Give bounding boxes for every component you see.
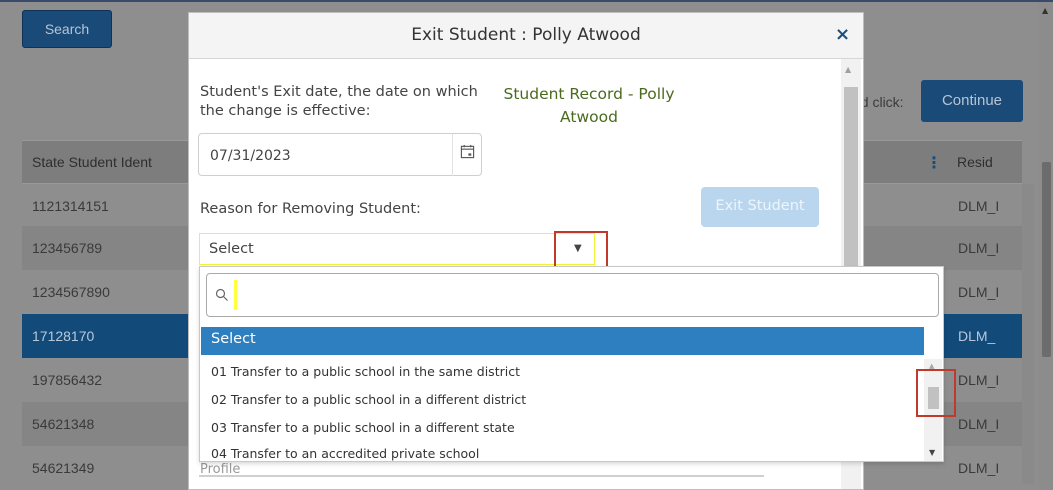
column-header-residence[interactable]: Resid [957, 154, 993, 170]
cell-student-id: 123456789 [32, 240, 103, 256]
exit-date-field[interactable]: 07/31/2023 [198, 133, 482, 176]
scroll-down-arrow-icon[interactable]: ▼ [929, 448, 935, 457]
cell-residence: DLM_I [958, 284, 1000, 300]
cell-residence: DLM_I [958, 416, 1000, 432]
exit-student-button[interactable]: Exit Student [701, 187, 819, 227]
dropdown-option-select[interactable]: Select [201, 327, 924, 355]
cell-residence: DLM_I [958, 460, 1000, 476]
scroll-up-arrow-icon[interactable]: ▲ [845, 65, 851, 74]
search-button[interactable]: Search [22, 10, 112, 48]
continue-button[interactable]: Continue [921, 80, 1023, 122]
scroll-up-arrow-icon[interactable]: ▲ [1042, 6, 1048, 15]
dropdown-option[interactable]: 01 Transfer to a public school in the sa… [201, 358, 924, 386]
cell-student-id: 54621349 [32, 460, 95, 476]
search-icon [215, 288, 228, 301]
student-record-label: Student Record - Polly Atwood [503, 85, 675, 126]
page-scroll-thumb[interactable] [1042, 162, 1051, 357]
exit-date-value: 07/31/2023 [210, 148, 291, 164]
dropdown-search-input[interactable] [239, 278, 929, 312]
cell-residence: DLM_I [958, 240, 1000, 256]
modal-title: Exit Student : Polly Atwood [411, 25, 641, 45]
reason-select-value: Select [209, 241, 254, 257]
section-divider [199, 475, 764, 477]
highlight-box-scrollbar [916, 369, 956, 417]
cell-residence: DLM_I [958, 372, 1000, 388]
modal-header: Exit Student : Polly Atwood × [189, 13, 863, 59]
exit-date-label: Student's Exit date, the date on which t… [200, 84, 478, 119]
date-field-divider [452, 134, 453, 176]
dropdown-option[interactable]: 03 Transfer to a public school in a diff… [201, 414, 924, 442]
column-header-state-student-id[interactable]: State Student Ident [32, 154, 152, 170]
cell-student-id: 1121314151 [32, 198, 109, 214]
cell-student-id: 1234567890 [32, 284, 110, 300]
highlight-box-dropdown-arrow [554, 231, 608, 269]
dropdown-option-list: Select 01 Transfer to a public school in… [201, 327, 943, 461]
reason-dropdown: Select 01 Transfer to a public school in… [199, 266, 956, 462]
reason-label: Reason for Removing Student: [200, 201, 421, 217]
dropdown-option[interactable]: 02 Transfer to a public school in a diff… [201, 386, 924, 414]
dropdown-option[interactable]: 04 Transfer to an accredited private sch… [201, 440, 924, 461]
cell-student-id: 17128170 [32, 328, 95, 344]
text-cursor [234, 280, 237, 310]
calendar-icon[interactable] [460, 144, 475, 159]
dropdown-search-box[interactable] [206, 273, 939, 317]
cell-student-id: 54621348 [32, 416, 95, 432]
reason-select[interactable]: Select ▼ [199, 233, 595, 265]
column-menu-icon[interactable]: ⋮ [926, 153, 942, 172]
cell-student-id: 197856432 [32, 372, 103, 388]
cell-residence: DLM_I [958, 198, 1000, 214]
exit-student-modal: Exit Student : Polly Atwood × ▲ Student'… [188, 12, 956, 490]
close-icon[interactable]: × [835, 24, 850, 45]
table-scrollbar[interactable] [1022, 184, 1034, 484]
cell-residence: DLM_ [958, 328, 996, 344]
